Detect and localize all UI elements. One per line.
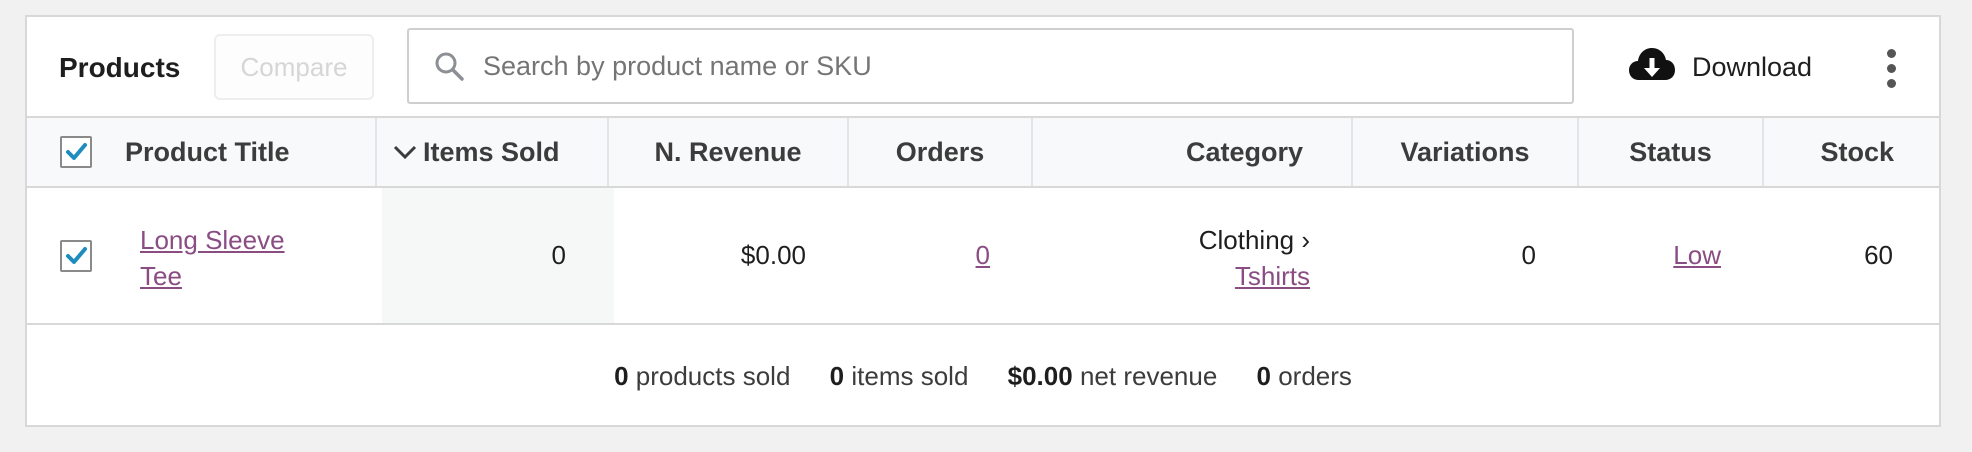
summary-bar: 0 products sold 0 items sold $0.00 net r… — [27, 325, 1939, 427]
cell-items-sold: 0 — [382, 188, 614, 323]
column-stock[interactable]: Stock — [1764, 118, 1941, 186]
more-options-button[interactable] — [1881, 47, 1901, 91]
cell-product-title: Long Sleeve Tee — [27, 188, 377, 323]
select-all-checkbox[interactable] — [60, 136, 92, 168]
cloud-download-icon — [1629, 48, 1675, 80]
cell-variations: 0 — [1358, 188, 1584, 323]
column-label: Items Sold — [423, 137, 560, 167]
column-status[interactable]: Status — [1579, 118, 1764, 186]
page-title: Products — [59, 52, 181, 83]
summary-items-sold: 0 items sold — [830, 361, 969, 391]
product-title-line: Tee — [140, 261, 182, 291]
category-breadcrumb: Clothing › Tshirts — [1199, 222, 1310, 294]
compare-button[interactable]: Compare — [214, 34, 374, 100]
status-link[interactable]: Low — [1673, 188, 1721, 323]
cell-status: Low — [1584, 188, 1769, 323]
row-select-checkbox[interactable] — [60, 240, 92, 272]
net-revenue-value: $0.00 — [740, 240, 806, 270]
column-variations[interactable]: Variations — [1353, 118, 1579, 186]
orders-link[interactable]: 0 — [976, 188, 990, 323]
items-sold-value: 0 — [551, 240, 566, 270]
column-label: Orders — [895, 137, 985, 167]
checkmark-icon — [66, 143, 87, 160]
column-label: Product Title — [125, 137, 290, 167]
summary-value: 0 — [1256, 361, 1271, 391]
chevron-down-icon — [393, 145, 417, 160]
vertical-ellipsis-dot — [1887, 64, 1896, 73]
summary-orders: 0 orders — [1257, 361, 1352, 391]
product-title-link[interactable]: Long Sleeve Tee — [140, 222, 285, 294]
cell-net-revenue: $0.00 — [614, 188, 854, 323]
vertical-ellipsis-icon — [1887, 49, 1896, 58]
category-link[interactable]: Tshirts — [1235, 261, 1310, 291]
download-label: Download — [1692, 52, 1813, 82]
column-label: N. Revenue — [654, 137, 802, 167]
download-button[interactable]: Download — [1629, 34, 1829, 100]
column-items-sold[interactable]: Items Sold — [377, 118, 609, 186]
cell-orders: 0 — [854, 188, 1038, 323]
checkmark-icon — [66, 247, 87, 264]
variations-value: 0 — [1521, 240, 1536, 270]
category-parent: Clothing › — [1198, 225, 1310, 255]
summary-label: items sold — [851, 361, 969, 391]
column-orders[interactable]: Orders — [849, 118, 1033, 186]
table-row: Long Sleeve Tee 0 $0.00 0 Clothing › Tshi… — [27, 188, 1939, 325]
product-title-line: Long Sleeve — [140, 225, 285, 255]
table-header: Product Title Items Sold N. Revenue Orde… — [27, 118, 1939, 188]
summary-label: orders — [1278, 361, 1352, 391]
card-header: Products Compare Search by product name … — [27, 17, 1939, 118]
summary-products-sold: 0 products sold — [614, 361, 790, 391]
column-category[interactable]: Category — [1033, 118, 1353, 186]
summary-value: 0 — [829, 361, 845, 391]
cell-stock: 60 — [1769, 188, 1941, 323]
summary-label: net revenue — [1079, 361, 1218, 391]
search-placeholder: Search by product name or SKU — [483, 51, 872, 81]
column-label: Stock — [1820, 137, 1894, 167]
cell-category: Clothing › Tshirts — [1038, 188, 1358, 323]
search-input[interactable]: Search by product name or SKU — [407, 28, 1574, 104]
summary-value: $0.00 — [1007, 361, 1073, 391]
column-product-title[interactable]: Product Title — [27, 118, 377, 186]
vertical-ellipsis-dot — [1887, 79, 1896, 88]
search-icon — [435, 52, 464, 81]
stock-value: 60 — [1864, 240, 1893, 270]
column-label: Variations — [1400, 137, 1530, 167]
summary-net-revenue: $0.00 net revenue — [1008, 361, 1218, 391]
products-report-card: Products Compare Search by product name … — [25, 15, 1941, 427]
column-label: Category — [1185, 137, 1303, 167]
summary-value: 0 — [614, 361, 629, 391]
summary-label: products sold — [635, 361, 791, 391]
column-net-revenue[interactable]: N. Revenue — [609, 118, 849, 186]
column-label: Status — [1629, 137, 1712, 167]
